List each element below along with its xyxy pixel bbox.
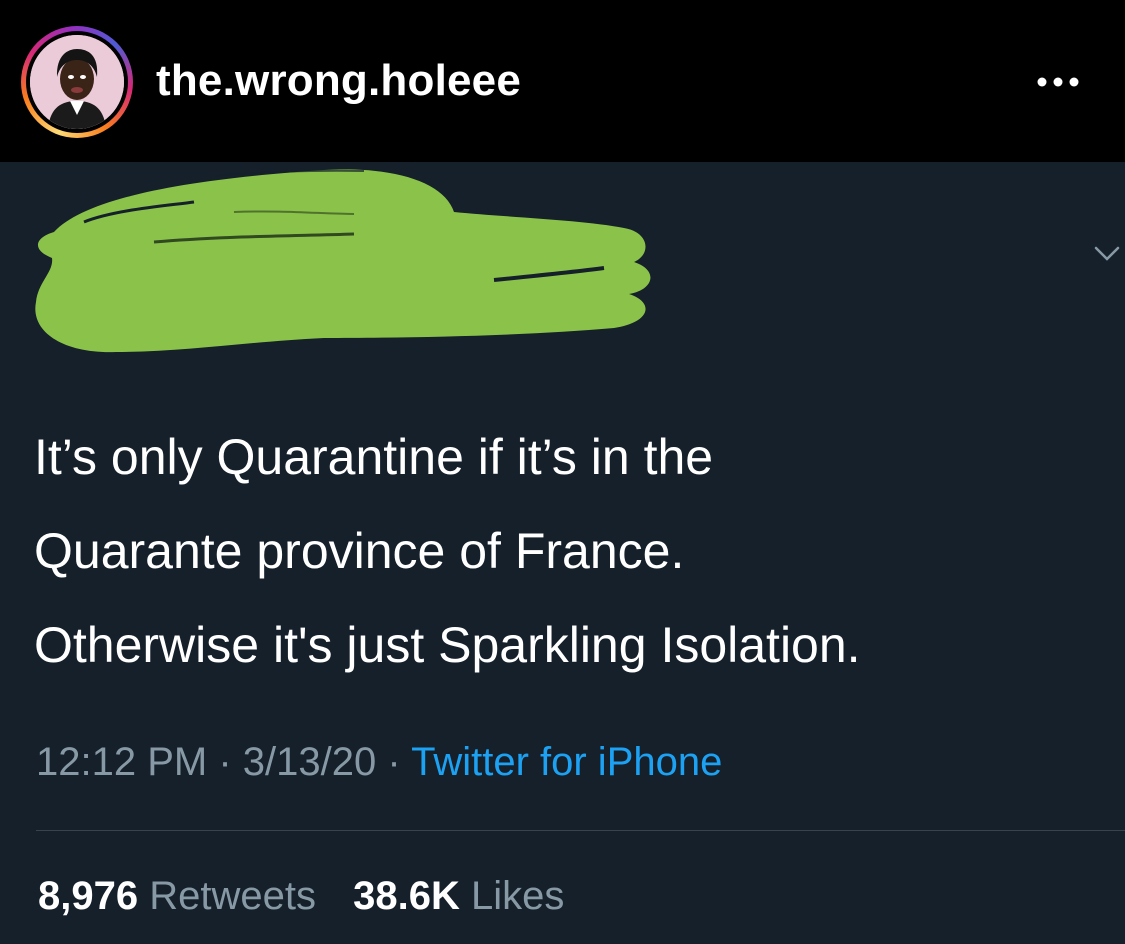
likes-stat[interactable]: 38.6K Likes — [353, 874, 564, 918]
tweet-text-line: Quarante province of France. — [34, 523, 685, 579]
tweet-meta: 12:12 PM · 3/13/20 · Twitter for iPhone — [36, 740, 722, 785]
more-options-icon[interactable] — [1028, 62, 1088, 102]
tweet-text-line: It’s only Quarantine if it’s in the — [34, 429, 714, 485]
likes-label: Likes — [470, 874, 565, 918]
story-ring[interactable] — [21, 26, 133, 138]
likes-count: 38.6K — [353, 874, 460, 918]
tweet-time: 12:12 PM — [36, 740, 208, 784]
meta-separator: · — [218, 740, 232, 784]
username[interactable]: the.wrong.holeee — [156, 56, 521, 106]
tweet-stats: 8,976 Retweets 38.6K Likes — [38, 874, 564, 919]
chevron-down-icon[interactable] — [1092, 242, 1122, 264]
tweet-source-link[interactable]: Twitter for iPhone — [411, 740, 722, 784]
tweet-text: It’s only Quarantine if it’s in the Quar… — [34, 410, 1119, 692]
instagram-post: the.wrong.holeee It’s only Quarantine if… — [0, 0, 1125, 944]
divider — [36, 830, 1125, 831]
tweet-text-line: Otherwise it's just Sparkling Isolation. — [34, 617, 861, 673]
retweets-stat[interactable]: 8,976 Retweets — [38, 874, 327, 918]
profile-photo-icon — [30, 35, 124, 129]
retweets-label: Retweets — [149, 874, 316, 918]
retweets-count: 8,976 — [38, 874, 139, 918]
tweet-date[interactable]: 3/13/20 — [243, 740, 376, 784]
post-header: the.wrong.holeee — [0, 0, 1125, 162]
green-scribble-redaction — [35, 169, 651, 353]
tweet-screenshot: It’s only Quarantine if it’s in the Quar… — [0, 162, 1125, 944]
meta-separator: · — [387, 740, 401, 784]
avatar[interactable] — [30, 35, 124, 129]
